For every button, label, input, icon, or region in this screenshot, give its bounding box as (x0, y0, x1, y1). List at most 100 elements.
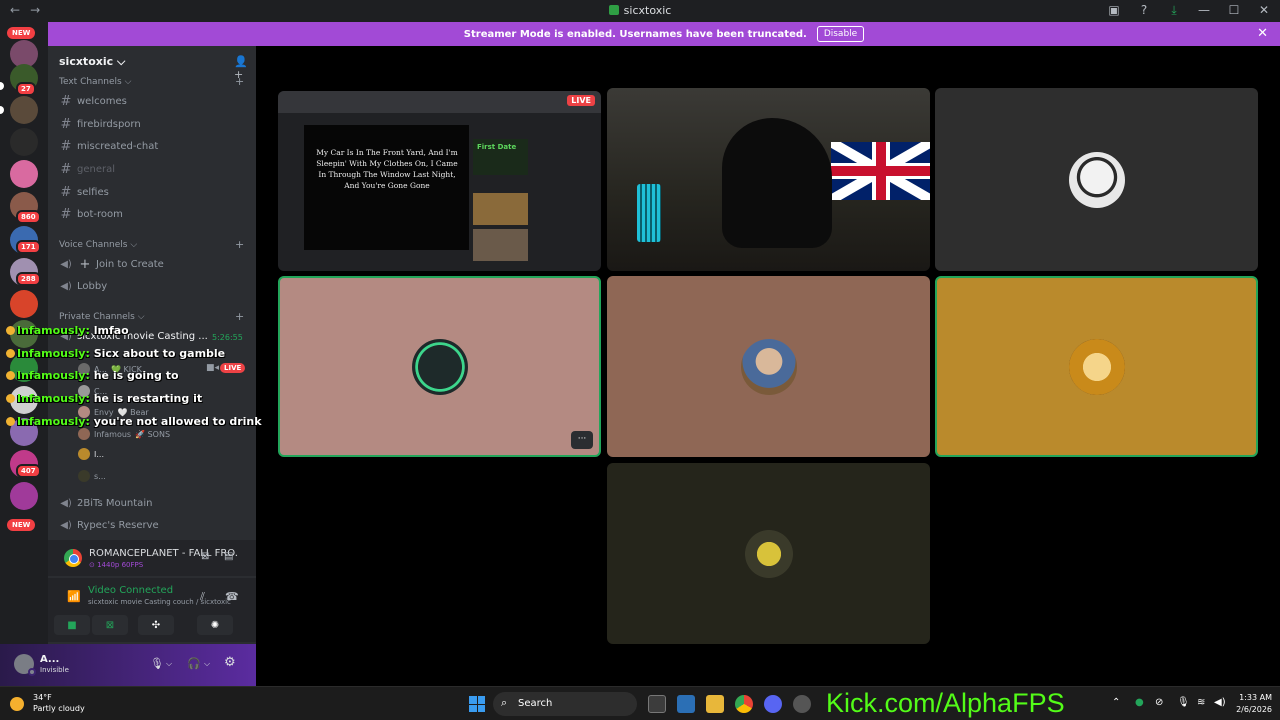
discord-icon[interactable] (764, 695, 782, 713)
voice-location[interactable]: sicxtoxic movie Casting couch / sicxtoxi… (88, 598, 231, 606)
lamp-image (637, 184, 661, 242)
window-title: sicxtoxic (0, 4, 1280, 17)
server-icon[interactable] (10, 128, 38, 156)
participant-tile[interactable] (607, 276, 930, 457)
participant-tile[interactable]: ··· (278, 276, 601, 457)
disable-button[interactable]: Disable (816, 26, 865, 42)
volume-icon[interactable]: ◀) (1214, 697, 1226, 708)
minimize-icon[interactable]: — (1196, 3, 1212, 18)
weather-temp: 34°F (33, 693, 52, 702)
camera-tile[interactable] (607, 88, 930, 271)
camera-icon: ■◂ (206, 363, 220, 373)
maximize-icon[interactable]: ☐ (1226, 3, 1242, 18)
person-image (722, 118, 832, 248)
clock[interactable]: 1:33 AM 2/6/2026 (1228, 692, 1272, 716)
channel-miscreated-chat[interactable]: # miscreated-chat (58, 136, 246, 156)
speaker-icon: ◀) (60, 497, 72, 509)
hash-icon: # (60, 116, 72, 132)
close-icon[interactable]: ✕ (1256, 3, 1272, 18)
headphones-icon[interactable]: 🎧 (187, 657, 201, 670)
inbox-icon[interactable]: ▣ (1106, 3, 1122, 18)
task-view-icon[interactable] (648, 695, 666, 713)
add-channel-icon[interactable]: + (235, 75, 244, 88)
disconnect-icon[interactable]: ☎ (225, 590, 239, 603)
participant-tile[interactable] (607, 463, 930, 644)
more-options-button[interactable]: ··· (571, 431, 593, 449)
voice-status[interactable]: Video Connected (88, 585, 173, 596)
windows-start-icon[interactable] (469, 696, 485, 712)
chrome-icon (64, 549, 82, 567)
server-icon[interactable] (10, 160, 38, 188)
taskbar-search[interactable]: ⌕ Search (493, 692, 637, 716)
server-name[interactable]: sicxtoxic ⌵ (59, 55, 125, 69)
channel-label: firebirdsporn (77, 118, 141, 130)
file-explorer-icon[interactable] (706, 695, 724, 713)
username[interactable]: A... (40, 654, 59, 665)
channel-label: Join to Create (96, 258, 164, 270)
close-icon[interactable]: ✕ (1257, 26, 1268, 41)
add-channel-icon[interactable]: + (235, 238, 244, 251)
channel-bot-room[interactable]: # bot-room (58, 204, 246, 224)
server-icon[interactable] (10, 290, 38, 318)
channel-firebirdsporn[interactable]: # firebirdsporn (58, 114, 246, 134)
server-icon[interactable] (10, 482, 38, 510)
mention-badge: 27 (16, 82, 36, 96)
channel-welcomes[interactable]: # welcomes (58, 91, 246, 111)
gear-icon[interactable]: ⚙ (224, 655, 236, 670)
channel-general[interactable]: # general (58, 159, 246, 179)
voice-user[interactable]: s... (78, 467, 106, 485)
participant-tile[interactable] (935, 276, 1258, 457)
wifi-icon[interactable]: ≋ (1197, 697, 1205, 708)
help-icon[interactable]: ? (1136, 3, 1152, 18)
microphone-icon[interactable]: 🎙 (1177, 697, 1190, 708)
chevron-down-icon[interactable]: ⌵ (204, 659, 210, 669)
stream-tile[interactable]: My Car Is In The Front Yard, And I'm Sle… (278, 91, 601, 271)
union-flag-image (831, 142, 930, 200)
channel-join-to-create[interactable]: ◀) + Join to Create (58, 254, 246, 274)
app-icon[interactable] (793, 695, 811, 713)
unread-pip (0, 82, 4, 90)
live-badge: LIVE (220, 363, 246, 373)
category-private-channels[interactable]: Private Channels ⌵ (59, 312, 145, 322)
soundboard-icon: ✺ (210, 619, 220, 631)
stream-quality: ⊙ 1440p 60FPS (89, 561, 144, 569)
server-name-text: sicxtoxic (59, 55, 114, 68)
weather-icon (10, 697, 24, 711)
channel-2bits-mountain[interactable]: ◀) 2BiTs Mountain (58, 493, 246, 513)
tray-app-icon[interactable]: ● (1135, 697, 1144, 708)
chat-message: he is going to (93, 369, 179, 382)
download-icon[interactable]: ⤓ (1166, 3, 1182, 18)
soundboard-button[interactable]: ✺ (197, 615, 233, 635)
tray-app-icon[interactable]: ⊘ (1155, 697, 1163, 708)
chat-user: Infamously: (17, 347, 90, 360)
taskbar: 34°F Partly cloudy ⌕ Search ⌃ ● ⊘ 🎙 ≋ ◀)… (0, 686, 1280, 720)
category-voice-channels[interactable]: Voice Channels ⌵ (59, 240, 137, 250)
microphone-icon[interactable]: 🎙 (150, 657, 164, 670)
voice-user[interactable]: I... (78, 445, 104, 463)
chrome-icon[interactable] (735, 695, 753, 713)
stream-thumb (473, 229, 528, 261)
kick-watermark: Kick.com/AlphaFPS (826, 688, 1065, 718)
channel-selfies[interactable]: # selfies (58, 182, 246, 202)
add-channel-icon[interactable]: + (235, 310, 244, 323)
activities-button[interactable]: ✣ (138, 615, 174, 635)
channel-rypecs-reserve[interactable]: ◀) Rypec's Reserve (58, 515, 246, 535)
chevron-down-icon[interactable]: ⌵ (166, 659, 172, 669)
video-grid: My Car Is In The Front Yard, And I'm Sle… (256, 46, 1280, 686)
channel-lobby[interactable]: ◀) Lobby (58, 276, 246, 296)
signal-icon[interactable]: 📶 (67, 590, 81, 603)
participant-tile[interactable] (935, 88, 1258, 271)
stream-settings-icon[interactable]: ▤ (224, 551, 233, 562)
speaker-icon: ◀) (60, 519, 72, 531)
category-text-channels[interactable]: Text Channels ⌵ (59, 77, 131, 87)
noise-suppression-icon[interactable]: ⫽ (200, 590, 205, 604)
store-icon[interactable] (677, 695, 695, 713)
new-badge-top: NEW (7, 27, 36, 39)
badge-icon (6, 349, 15, 358)
screenshare-button[interactable]: ⊠ (92, 615, 128, 635)
server-icon[interactable] (10, 96, 38, 124)
stop-stream-icon[interactable]: ⊠ (201, 551, 209, 562)
user-panel: A... Invisible 🎙 ⌵ 🎧 ⌵ ⚙ (0, 644, 256, 686)
camera-button[interactable]: ■ (54, 615, 90, 635)
tray-overflow-icon[interactable]: ⌃ (1112, 697, 1120, 708)
